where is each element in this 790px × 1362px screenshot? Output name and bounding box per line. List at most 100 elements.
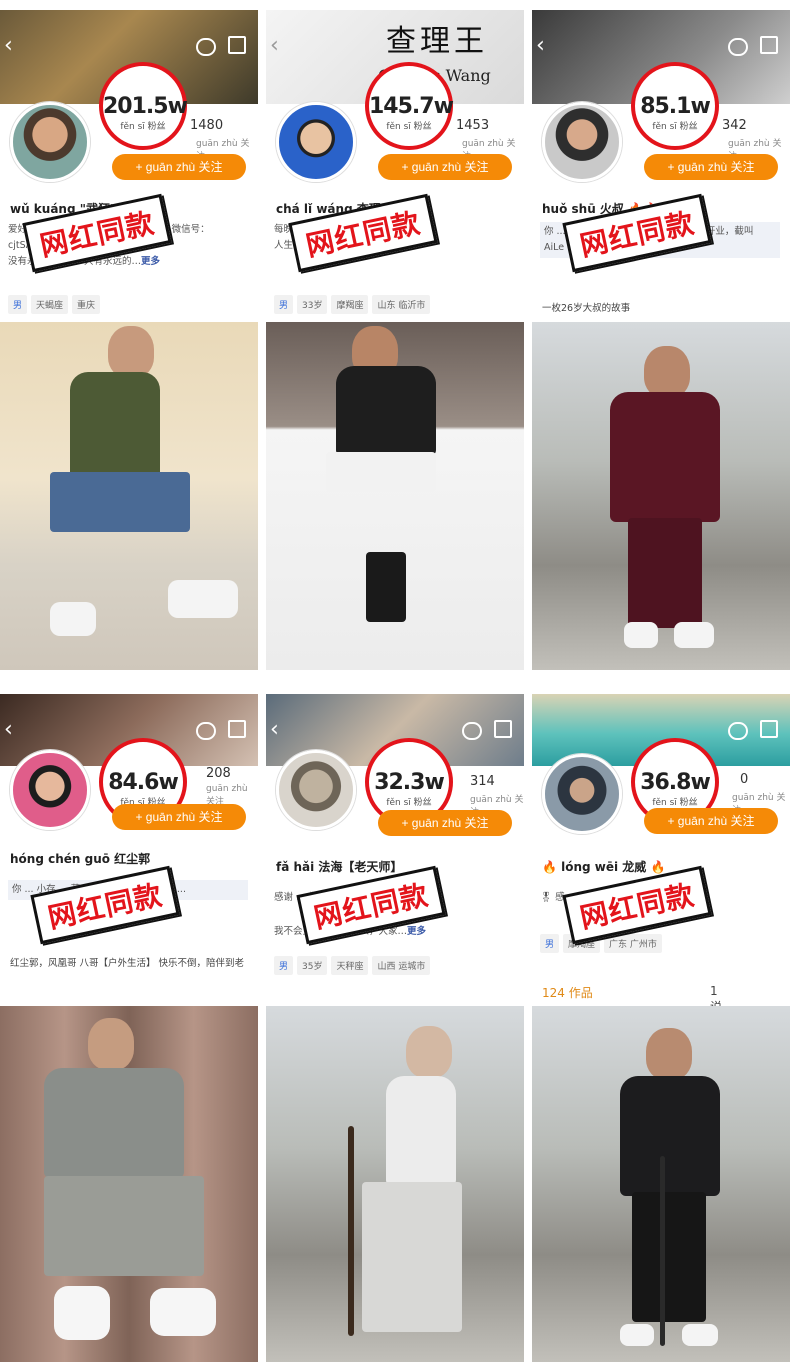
- person-head: [88, 1018, 134, 1070]
- sneaker: [366, 552, 406, 622]
- walking-cane: [348, 1126, 354, 1336]
- person-head: [406, 1026, 452, 1078]
- outfit-photo[interactable]: [532, 322, 790, 670]
- outfit-photo[interactable]: [532, 1006, 790, 1362]
- share-icon[interactable]: [760, 720, 778, 738]
- tag-list: 男 33岁 摩羯座 山东 临沂市: [274, 295, 431, 314]
- person-head: [108, 326, 154, 378]
- person-legs: [50, 472, 190, 532]
- stamp-label: 网红同款: [30, 865, 180, 945]
- following-count: 0: [740, 772, 749, 787]
- fans-count-highlight: 201.5w fěn sī 粉丝: [99, 62, 188, 150]
- back-icon[interactable]: ‹: [4, 35, 13, 57]
- fans-count: 84.6w: [108, 770, 179, 795]
- back-icon[interactable]: ‹: [270, 719, 279, 741]
- person-head: [646, 1028, 692, 1080]
- follow-button[interactable]: + guān zhù 关注: [112, 804, 246, 830]
- age-tag: 35岁: [297, 956, 328, 975]
- back-icon[interactable]: ‹: [4, 719, 13, 741]
- follow-button[interactable]: + guān zhù 关注: [644, 154, 778, 180]
- person-torso: [336, 366, 436, 456]
- back-icon[interactable]: ‹: [536, 35, 545, 57]
- following-count: 1480: [190, 118, 224, 133]
- fans-count-highlight: 85.1w fěn sī 粉丝: [631, 62, 719, 150]
- tag-list: 男 天蝎座 重庆: [8, 295, 101, 314]
- message-icon[interactable]: [728, 722, 748, 740]
- profile-card-3: ‹ 85.1w fěn sī 粉丝 342 guān zhù 关注 + guān…: [532, 10, 790, 328]
- follow-button[interactable]: + guān zhù 关注: [378, 810, 512, 836]
- avatar[interactable]: [542, 102, 622, 182]
- works-tab[interactable]: 124 作品: [542, 986, 593, 1000]
- follow-button[interactable]: + guān zhù 关注: [378, 154, 512, 180]
- stamp-label: 网红同款: [562, 865, 712, 945]
- outfit-photo[interactable]: [0, 1006, 258, 1362]
- fans-label: fěn sī 粉丝: [120, 122, 166, 132]
- profile-card-4: ‹ 84.6w fěn sī 粉丝 208 guān zhù 关注 + guān…: [0, 694, 258, 1012]
- fans-label: fěn sī 粉丝: [386, 122, 432, 132]
- fans-count: 85.1w: [640, 94, 711, 119]
- person-legs: [628, 518, 702, 628]
- tag-list: 男 35岁 天秤座 山西 运城市: [274, 956, 431, 975]
- avatar[interactable]: [10, 750, 90, 830]
- fans-count-highlight: 145.7w fěn sī 粉丝: [365, 62, 454, 150]
- location-tag: 山西 运城市: [372, 956, 431, 975]
- fans-count: 36.8w: [640, 770, 711, 795]
- outfit-photo[interactable]: [266, 322, 524, 670]
- location-tag: 广东 广州市: [604, 934, 662, 953]
- message-icon[interactable]: [728, 38, 748, 56]
- location-tag: 山东 临沂市: [372, 295, 431, 314]
- zodiac-tag: 天秤座: [331, 956, 369, 975]
- username: 🔥 lóng wēi 龙威 🔥: [542, 860, 666, 874]
- person-torso: [44, 1068, 184, 1178]
- avatar[interactable]: [276, 102, 356, 182]
- sneaker: [624, 622, 658, 648]
- fans-label: fěn sī 粉丝: [652, 798, 698, 808]
- profile-card-2: ‹ 查理王 Charles Wang 145.7w fěn sī 粉丝 1453…: [266, 10, 524, 328]
- outfit-photo[interactable]: [0, 322, 258, 670]
- sneaker: [50, 602, 96, 636]
- share-icon[interactable]: [228, 720, 246, 738]
- message-icon[interactable]: [196, 722, 216, 740]
- fans-count: 32.3w: [374, 770, 445, 795]
- more-link[interactable]: 更多: [407, 926, 426, 937]
- fans-label: fěn sī 粉丝: [386, 798, 432, 808]
- zodiac-tag: 摩羯座: [331, 295, 369, 314]
- cover-title: 查理王: [386, 24, 488, 59]
- bio-line: 红尘郭，风凰哥 八哥【户外生活】 快乐不倒，陪伴到老: [10, 958, 245, 969]
- follow-button[interactable]: + guān zhù 关注: [644, 808, 778, 834]
- follow-button[interactable]: + guān zhù 关注: [112, 154, 246, 180]
- back-icon[interactable]: ‹: [270, 35, 279, 57]
- fans-label: fěn sī 粉丝: [652, 122, 698, 132]
- sneaker: [620, 1324, 654, 1346]
- person-tank-top: [386, 1076, 456, 1186]
- avatar[interactable]: [10, 102, 90, 182]
- fans-count: 145.7w: [369, 94, 454, 119]
- bio-line: 一枚26岁大叔的故事: [542, 303, 631, 314]
- person-shorts: [326, 452, 436, 492]
- message-icon[interactable]: [462, 722, 482, 740]
- share-icon[interactable]: [494, 720, 512, 738]
- following-count: 1453: [456, 118, 490, 133]
- profile-card-6: 36.8w fěn sī 粉丝 0 guān zhù 关注 + guān zhù…: [532, 694, 790, 1012]
- message-icon[interactable]: [196, 38, 216, 56]
- sneaker: [150, 1288, 216, 1336]
- share-icon[interactable]: [760, 36, 778, 54]
- more-link[interactable]: 更多: [141, 256, 160, 267]
- person-jacket: [620, 1076, 720, 1196]
- outfit-photo[interactable]: [266, 1006, 524, 1362]
- avatar[interactable]: [542, 754, 622, 834]
- person-torso: [70, 372, 160, 482]
- following-count: 314: [470, 774, 495, 789]
- content-counts: 124 作品 1 说说: [542, 984, 722, 1012]
- fans-count: 201.5w: [103, 94, 188, 119]
- person-legs: [44, 1176, 204, 1276]
- sneaker: [168, 580, 238, 618]
- person-head: [644, 346, 690, 398]
- zodiac-tag: 天蝎座: [31, 295, 69, 314]
- share-icon[interactable]: [228, 36, 246, 54]
- profile-card-1: ‹ 201.5w fěn sī 粉丝 1480 guān zhù 关注 + gu…: [0, 10, 258, 328]
- avatar[interactable]: [276, 750, 356, 830]
- person-suit: [610, 392, 720, 522]
- gender-tag: 男: [274, 295, 294, 314]
- person-legs: [632, 1192, 706, 1322]
